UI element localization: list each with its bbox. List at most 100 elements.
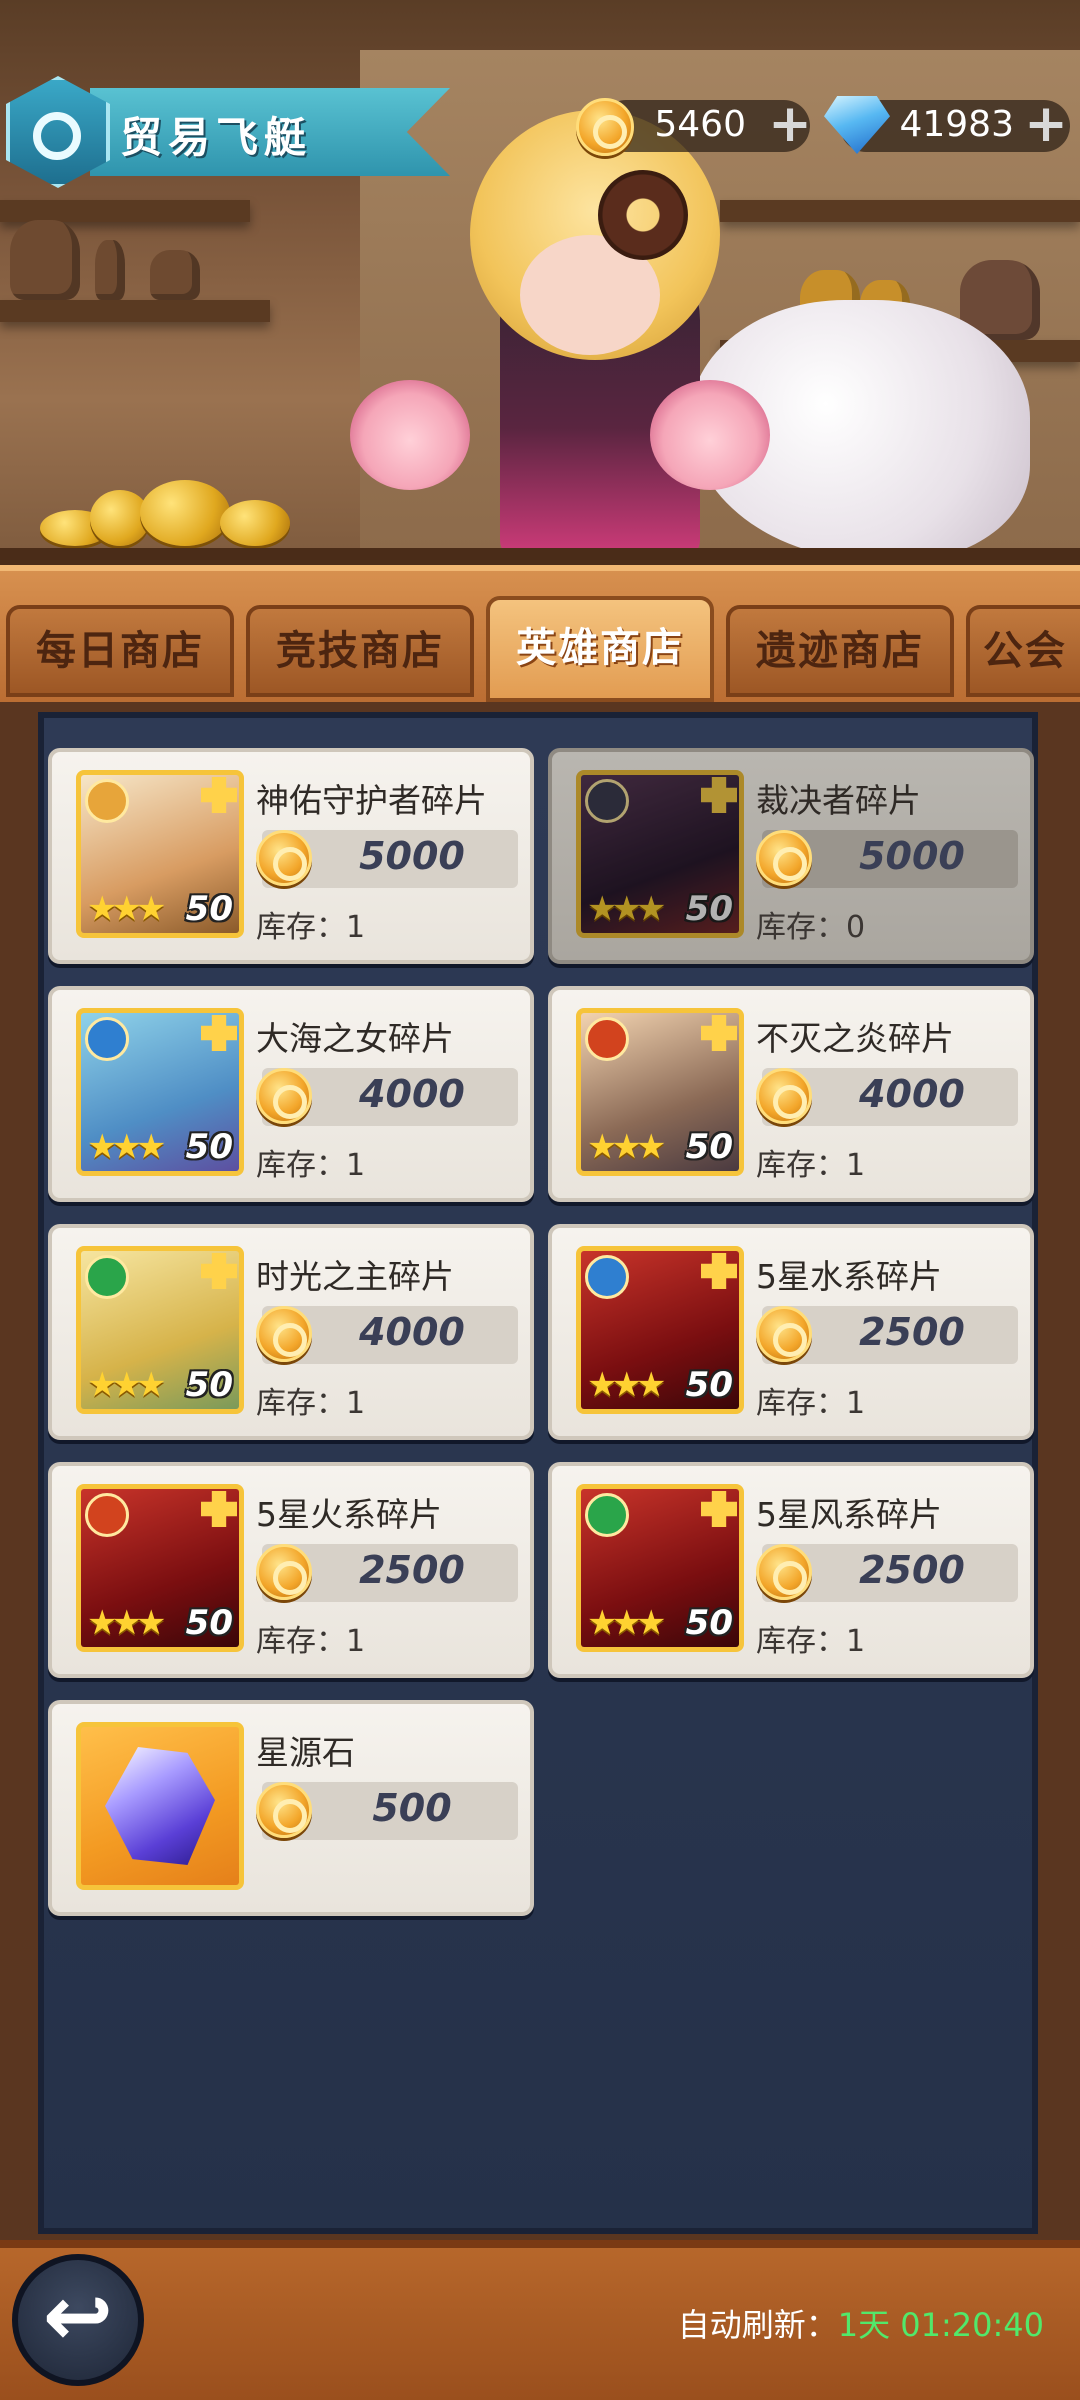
shelf xyxy=(720,200,1080,222)
stock-count: 1 xyxy=(846,1148,866,1183)
shop-coin-icon xyxy=(756,1544,812,1600)
shop-item-card[interactable]: ★★★ 50 5星水系碎片 2500 库存：1 xyxy=(548,1224,1034,1440)
shop-coin-icon xyxy=(576,98,634,156)
item-price: 2500 xyxy=(859,1310,965,1354)
hero-level: 50 xyxy=(185,889,233,929)
shop-item-card[interactable]: ★★★ 50 5星风系碎片 2500 库存：1 xyxy=(548,1462,1034,1678)
item-price: 500 xyxy=(372,1786,452,1830)
stock-count: 0 xyxy=(846,910,866,945)
item-name: 时光之主碎片 xyxy=(256,1257,454,1296)
shop-item-card[interactable]: ★★★ 50 时光之主碎片 4000 库存：1 xyxy=(48,1224,534,1440)
item-name: 大海之女碎片 xyxy=(256,1019,454,1058)
gem-amount: 41983 xyxy=(899,104,1014,145)
item-price: 2500 xyxy=(859,1548,965,1592)
tab-hero-shop[interactable]: 英雄商店 xyxy=(486,596,714,702)
item-name: 5星风系碎片 xyxy=(756,1495,942,1534)
stock-label: 库存： xyxy=(756,910,846,945)
tab-ruins-shop[interactable]: 遗迹商店 xyxy=(726,605,954,697)
shelf xyxy=(0,300,270,322)
fire-icon xyxy=(85,1493,129,1537)
shop-item-card[interactable]: ★★★ 50 裁决者碎片 5000 库存：0 xyxy=(548,748,1034,964)
item-name: 不灭之炎碎片 xyxy=(756,1019,954,1058)
auto-refresh-label: 自动刷新： xyxy=(677,2306,838,2344)
star-rating: ★★★ xyxy=(587,1127,666,1167)
item-stock: 库存：1 xyxy=(756,1378,865,1422)
jar xyxy=(10,220,80,300)
stock-count: 1 xyxy=(846,1386,866,1421)
item-portrait: ★★★ 50 xyxy=(576,1008,744,1176)
stock-count: 1 xyxy=(346,910,366,945)
item-price: 5000 xyxy=(359,834,465,878)
item-stock: 库存：0 xyxy=(756,902,865,946)
shop-coin-icon xyxy=(256,1544,312,1600)
item-name: 裁决者碎片 xyxy=(756,781,921,820)
item-price: 2500 xyxy=(359,1548,465,1592)
tab-guild-shop[interactable]: 公会 xyxy=(966,605,1080,697)
stock-label: 库存： xyxy=(256,1624,346,1659)
shop-coin-icon xyxy=(256,830,312,886)
hero-level: 50 xyxy=(185,1127,233,1167)
water-icon xyxy=(585,1255,629,1299)
hero-level: 50 xyxy=(685,1365,733,1405)
shop-item-card[interactable]: 星源石 500 xyxy=(48,1700,534,1916)
item-name: 神佑守护者碎片 xyxy=(256,781,487,820)
jar xyxy=(150,250,200,300)
item-portrait: ★★★ 50 xyxy=(576,770,744,938)
add-gems-button[interactable]: + xyxy=(1020,98,1072,152)
hero-level: 50 xyxy=(685,1603,733,1643)
shop-coin-icon xyxy=(756,1068,812,1124)
wind-icon xyxy=(85,1255,129,1299)
stock-count: 1 xyxy=(346,1148,366,1183)
hero-level: 50 xyxy=(185,1603,233,1643)
tab-arena-shop[interactable]: 竞技商店 xyxy=(246,605,474,697)
item-portrait: ★★★ 50 xyxy=(76,1484,244,1652)
auto-refresh-countdown: 1天 01:20:40 xyxy=(837,2306,1044,2344)
stock-label: 库存： xyxy=(256,1386,346,1421)
shop-coin-icon xyxy=(756,830,812,886)
item-price: 4000 xyxy=(359,1072,465,1116)
shopkeeper-scene xyxy=(0,0,1080,570)
item-stock: 库存：1 xyxy=(756,1140,865,1184)
water-icon xyxy=(85,1017,129,1061)
item-portrait: ★★★ 50 xyxy=(76,1246,244,1414)
stock-label: 库存： xyxy=(756,1624,846,1659)
wind-icon xyxy=(585,1493,629,1537)
star-rating: ★★★ xyxy=(87,1365,166,1405)
star-rating: ★★★ xyxy=(587,1603,666,1643)
item-price: 5000 xyxy=(859,834,965,878)
shop-item-card[interactable]: ★★★ 50 不灭之炎碎片 4000 库存：1 xyxy=(548,986,1034,1202)
airship-emblem-ring xyxy=(33,112,81,160)
back-arrow-button[interactable]: ↩ xyxy=(12,2254,144,2386)
item-price: 4000 xyxy=(359,1310,465,1354)
shop-item-card[interactable]: ★★★ 50 神佑守护者碎片 5000 库存：1 xyxy=(48,748,534,964)
stock-count: 1 xyxy=(346,1624,366,1659)
star-rating: ★★★ xyxy=(87,1127,166,1167)
stock-label: 库存： xyxy=(756,1148,846,1183)
light-icon xyxy=(85,779,129,823)
page-title: 贸易飞艇 xyxy=(120,113,313,162)
add-coins-button[interactable]: + xyxy=(764,98,816,152)
shop-coin-icon xyxy=(256,1068,312,1124)
shop-coin-icon xyxy=(756,1306,812,1362)
tab-daily-shop[interactable]: 每日商店 xyxy=(6,605,234,697)
item-name: 星源石 xyxy=(256,1733,355,1772)
item-stock: 库存：1 xyxy=(256,902,365,946)
shop-item-card[interactable]: ★★★ 50 大海之女碎片 4000 库存：1 xyxy=(48,986,534,1202)
shop-item-card[interactable]: ★★★ 50 5星火系碎片 2500 库存：1 xyxy=(48,1462,534,1678)
coin-pile xyxy=(140,480,230,546)
item-portrait: ★★★ 50 xyxy=(576,1246,744,1414)
shop-coin-icon xyxy=(256,1306,312,1362)
trade-airship-screen: { "header": {"title": "贸易飞艇"}, "currency… xyxy=(0,0,1080,2400)
fire-icon xyxy=(585,1017,629,1061)
item-portrait: ★★★ 50 xyxy=(576,1484,744,1652)
hero-level: 50 xyxy=(685,889,733,929)
coin-pile xyxy=(220,500,290,546)
stock-count: 1 xyxy=(846,1624,866,1659)
hero-level: 50 xyxy=(185,1365,233,1405)
shop-coin-icon xyxy=(256,1782,312,1838)
stock-label: 库存： xyxy=(256,1148,346,1183)
jar xyxy=(95,240,125,300)
hero-level: 50 xyxy=(685,1127,733,1167)
character-paw-right xyxy=(650,380,770,490)
auto-refresh-timer: 自动刷新：1天 01:20:40 xyxy=(678,2300,1044,2346)
